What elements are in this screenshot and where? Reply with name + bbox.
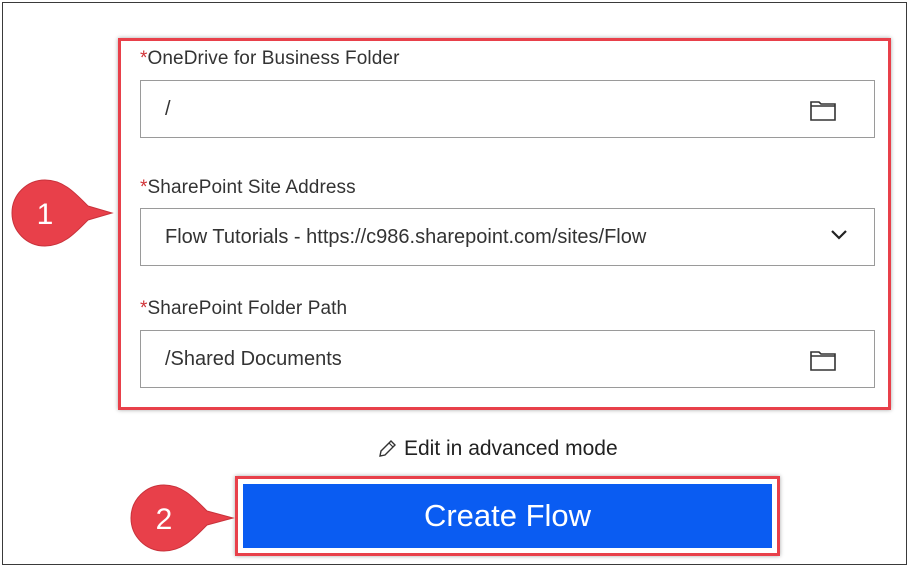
annotation-highlight-button: Create Flow: [235, 476, 780, 556]
required-asterisk: *: [140, 48, 148, 69]
folder-icon[interactable]: [810, 99, 836, 121]
sharepoint-site-label-text: SharePoint Site Address: [147, 177, 356, 198]
edit-advanced-mode-label: Edit in advanced mode: [404, 437, 618, 460]
callout-marker-2-label: 2: [156, 503, 173, 536]
sharepoint-site-label: *SharePoint Site Address: [140, 177, 356, 199]
sharepoint-site-value: Flow Tutorials - https://c986.sharepoint…: [165, 226, 647, 248]
folder-icon[interactable]: [810, 349, 836, 371]
chevron-down-icon[interactable]: [830, 229, 848, 241]
pencil-icon: [379, 440, 396, 457]
create-flow-button[interactable]: Create Flow: [243, 484, 772, 548]
onedrive-folder-field[interactable]: /: [140, 80, 875, 138]
sharepoint-folder-label: *SharePoint Folder Path: [140, 298, 347, 320]
onedrive-folder-value: /: [165, 98, 171, 120]
callout-marker-2: 2: [130, 484, 235, 552]
sharepoint-folder-label-text: SharePoint Folder Path: [147, 298, 348, 319]
callout-marker-1: 1: [11, 179, 114, 247]
onedrive-folder-label-text: OneDrive for Business Folder: [147, 48, 400, 69]
onedrive-folder-label: *OneDrive for Business Folder: [140, 48, 400, 70]
sharepoint-folder-field[interactable]: /Shared Documents: [140, 330, 875, 388]
edit-advanced-mode-link[interactable]: Edit in advanced mode: [376, 437, 618, 461]
callout-marker-1-label: 1: [37, 198, 54, 231]
required-asterisk: *: [140, 298, 148, 319]
sharepoint-folder-value: /Shared Documents: [165, 348, 342, 370]
required-asterisk: *: [140, 177, 148, 198]
sharepoint-site-dropdown[interactable]: Flow Tutorials - https://c986.sharepoint…: [140, 208, 875, 266]
